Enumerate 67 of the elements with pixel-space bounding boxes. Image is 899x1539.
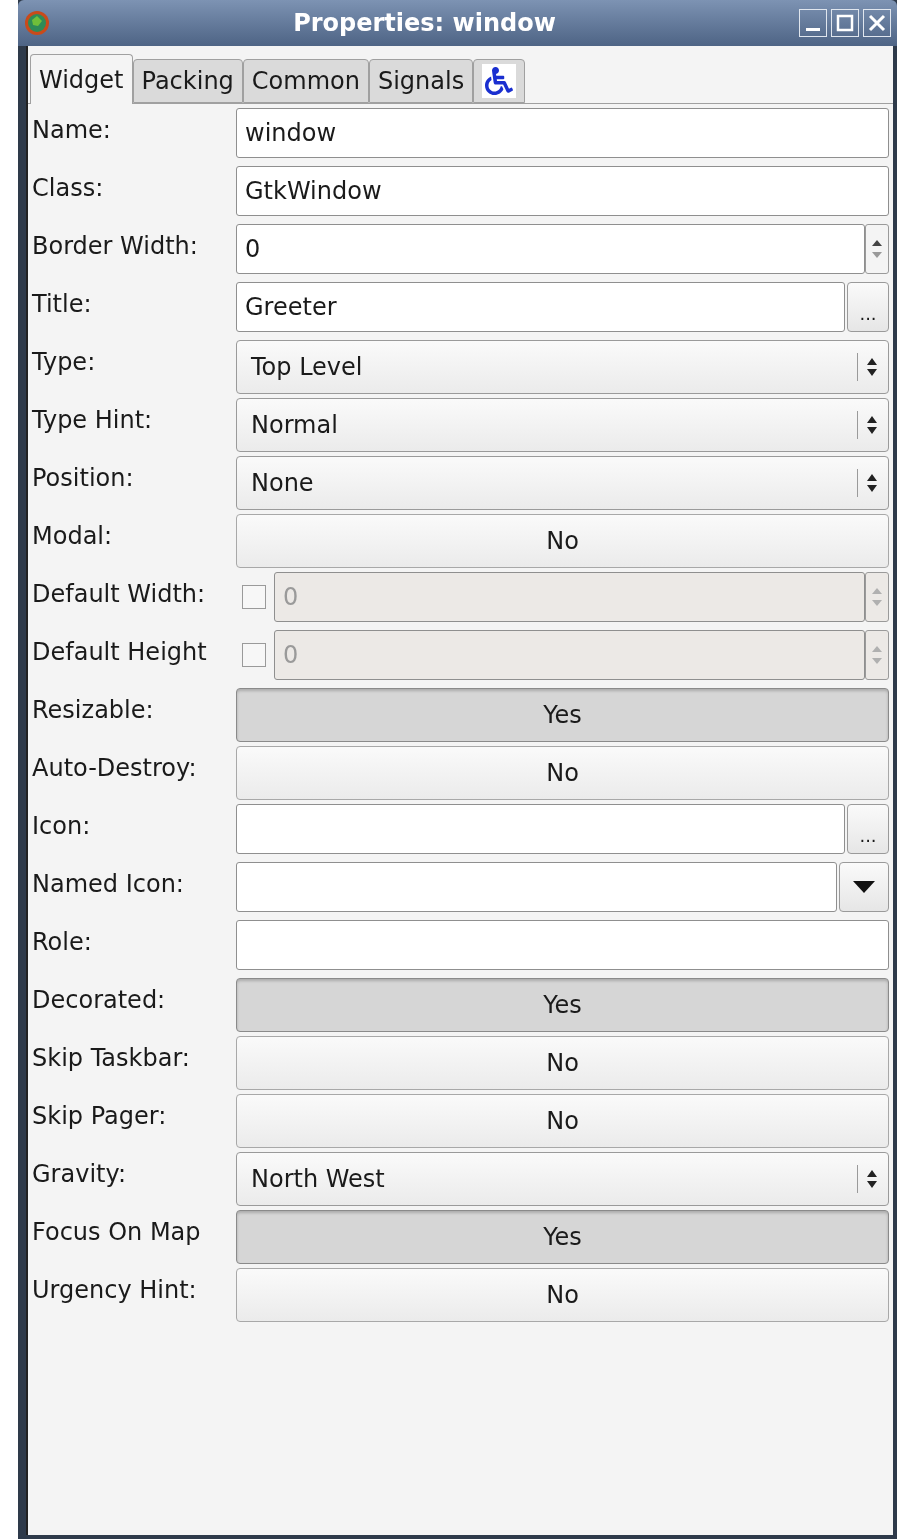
tab[interactable]: Common (242, 59, 369, 103)
close-icon (868, 14, 886, 32)
property-label: Class: (32, 173, 105, 204)
number-field[interactable]: 0 (236, 224, 865, 274)
property-label: Auto-Destroy: (32, 753, 198, 784)
up-down-caret-icon (866, 415, 878, 435)
up-down-caret-icon (866, 1169, 878, 1189)
toggle-button[interactable]: No (236, 514, 889, 568)
toggle-button[interactable]: Yes (236, 1210, 889, 1264)
property-label: Focus On Map (32, 1217, 202, 1248)
minimize-button[interactable] (799, 9, 827, 37)
maximize-button[interactable] (831, 9, 859, 37)
property-label: Resizable: (32, 695, 155, 726)
property-label: Position: (32, 463, 135, 494)
accessibility-tab[interactable] (473, 59, 526, 103)
property-label: Default Width: (32, 579, 207, 610)
toggle-button[interactable]: No (236, 1268, 889, 1322)
toggle-button[interactable]: No (236, 1036, 889, 1090)
dropdown[interactable]: None (236, 456, 889, 510)
browse-button[interactable]: ... (847, 282, 889, 332)
dropdown[interactable]: North West (236, 1152, 889, 1206)
dropdown-button[interactable] (839, 862, 889, 912)
close-button[interactable] (863, 9, 891, 37)
number-field: 0 (274, 630, 865, 680)
property-label: Border Width: (32, 231, 199, 262)
browse-button[interactable]: ... (847, 804, 889, 854)
tab[interactable]: Signals (368, 59, 474, 103)
property-label: Modal: (32, 521, 114, 552)
text-field[interactable]: GtkWindow (236, 166, 889, 216)
toggle-button[interactable]: No (236, 1094, 889, 1148)
tab[interactable]: Packing (132, 59, 243, 103)
window-title: Properties: window (292, 8, 557, 39)
tab[interactable]: Widget (30, 54, 133, 104)
text-field[interactable]: window (236, 108, 889, 158)
property-label: Named Icon: (32, 869, 185, 900)
checkbox[interactable] (242, 643, 266, 667)
wheelchair-icon (482, 64, 517, 98)
property-label: Skip Pager: (32, 1101, 168, 1132)
minimize-icon (806, 28, 820, 31)
up-down-caret-icon (866, 473, 878, 493)
dropdown[interactable]: Top Level (236, 340, 889, 394)
property-label: Gravity: (32, 1159, 127, 1190)
caret-icon (853, 881, 875, 893)
property-label: Name: (32, 115, 112, 146)
property-label: Type: (32, 347, 97, 378)
toggle-button[interactable]: Yes (236, 688, 889, 742)
property-label: Decorated: (32, 985, 167, 1016)
app-icon (24, 10, 50, 36)
property-label: Skip Taskbar: (32, 1043, 191, 1074)
property-label: Icon: (32, 811, 92, 842)
property-label: Title: (32, 289, 93, 320)
property-label: Urgency Hint: (32, 1275, 198, 1306)
property-label: Type Hint: (32, 405, 154, 436)
text-field[interactable]: Greeter (236, 282, 845, 332)
toggle-button[interactable]: No (236, 746, 889, 800)
text-field[interactable] (236, 804, 845, 854)
spin-buttons[interactable] (865, 224, 889, 274)
number-field: 0 (274, 572, 865, 622)
up-down-caret-icon (866, 357, 878, 377)
maximize-icon (836, 14, 854, 32)
checkbox[interactable] (242, 585, 266, 609)
dropdown[interactable]: Normal (236, 398, 889, 452)
property-label: Role: (32, 927, 93, 958)
toggle-button[interactable]: Yes (236, 978, 889, 1032)
text-field[interactable] (236, 862, 837, 912)
text-field[interactable] (236, 920, 889, 970)
property-label: Default Height (32, 637, 208, 668)
